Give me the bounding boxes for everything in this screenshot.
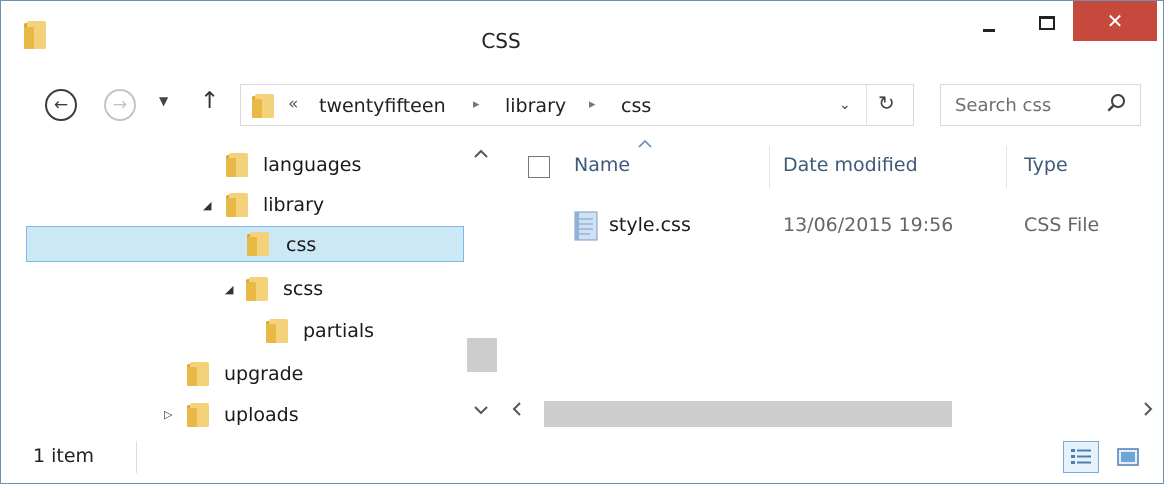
sort-ascending-icon — [638, 139, 652, 151]
column-header-date-modified[interactable]: Date modified — [783, 154, 918, 176]
select-all-checkbox[interactable] — [528, 156, 550, 178]
folder-icon — [186, 360, 212, 388]
breadcrumb-overflow-button[interactable]: « — [288, 94, 298, 114]
tree-item-partials[interactable]: partials — [265, 313, 374, 349]
divider — [136, 441, 137, 473]
window-title: CSS — [481, 29, 521, 53]
forward-arrow-icon: → — [112, 95, 128, 115]
folder-icon — [186, 401, 212, 429]
tree-item-css[interactable]: css — [26, 226, 464, 262]
tree-item-label: library — [263, 194, 325, 216]
column-header-name[interactable]: Name — [574, 154, 630, 176]
file-type: CSS File — [1024, 214, 1100, 236]
scroll-down-icon[interactable] — [473, 404, 489, 419]
navigation-pane: languages ◢ library css ◢ scss partials … — [1, 138, 467, 433]
close-icon: ✕ — [1106, 9, 1124, 33]
address-dropdown-icon[interactable]: ⌄ — [839, 97, 851, 113]
expanded-arrow-icon[interactable]: ◢ — [203, 199, 211, 212]
maximize-icon — [1039, 16, 1055, 30]
back-button[interactable]: ← — [45, 89, 77, 121]
column-header-type[interactable]: Type — [1024, 154, 1068, 176]
up-arrow-icon: ↑ — [200, 88, 220, 114]
file-list-horizontal-scrollbar[interactable] — [498, 395, 1163, 433]
breadcrumb-library[interactable]: library — [505, 95, 566, 117]
folder-icon — [251, 92, 277, 124]
folder-icon — [265, 317, 291, 345]
breadcrumb-css[interactable]: css — [621, 95, 651, 117]
collapsed-arrow-icon[interactable]: ▷ — [164, 408, 172, 421]
scroll-right-icon[interactable] — [1143, 401, 1153, 422]
folder-icon — [225, 191, 251, 219]
back-arrow-icon: ← — [53, 95, 69, 115]
details-view-icon — [1070, 448, 1092, 466]
minimize-icon — [983, 28, 995, 32]
forward-button[interactable]: → — [104, 89, 136, 121]
navigation-pane-scrollbar[interactable] — [467, 138, 497, 433]
search-box[interactable] — [940, 84, 1141, 126]
file-name: style.css — [609, 214, 691, 236]
tree-item-scss[interactable]: ◢ scss — [225, 271, 324, 307]
column-header-row: Name Date modified Type — [498, 138, 1163, 198]
divider — [866, 85, 867, 125]
folder-icon — [245, 275, 271, 303]
refresh-icon[interactable]: ↻ — [878, 91, 895, 115]
tree-item-label: partials — [303, 320, 375, 342]
content-area: languages ◢ library css ◢ scss partials … — [1, 138, 1163, 433]
breadcrumb-twentyfifteen[interactable]: twentyfifteen — [319, 95, 446, 117]
scrollbar-thumb[interactable] — [544, 401, 952, 427]
column-divider[interactable] — [769, 146, 770, 188]
item-count: 1 item — [33, 445, 95, 467]
chevron-down-icon: ▼ — [159, 94, 169, 108]
details-view-button[interactable] — [1063, 441, 1099, 473]
search-icon[interactable] — [1107, 93, 1127, 118]
breadcrumb-separator-icon[interactable]: ▸ — [473, 97, 480, 112]
css-file-icon — [572, 210, 600, 246]
column-divider[interactable] — [1006, 146, 1007, 188]
file-list: Name Date modified Type style.css 13/06/… — [498, 138, 1163, 433]
tree-item-uploads[interactable]: ▷ uploads — [164, 397, 299, 433]
address-bar[interactable]: « twentyfifteen ▸ library ▸ css ⌄ ↻ — [240, 84, 914, 126]
scroll-up-icon[interactable] — [473, 148, 489, 163]
breadcrumb-separator-icon[interactable]: ▸ — [589, 97, 596, 112]
scrollbar-thumb[interactable] — [467, 338, 497, 372]
up-button[interactable]: ↑ — [200, 88, 219, 114]
explorer-window: CSS ✕ ← → ▼ ↑ « twentyfifteen ▸ library … — [0, 0, 1164, 484]
tree-item-upgrade[interactable]: upgrade — [186, 356, 303, 392]
title-bar[interactable]: CSS ✕ — [1, 1, 1163, 73]
expanded-arrow-icon[interactable]: ◢ — [225, 283, 233, 296]
scroll-left-icon[interactable] — [512, 401, 522, 422]
tree-item-label: languages — [263, 154, 362, 176]
close-button[interactable]: ✕ — [1073, 1, 1157, 41]
tree-item-label: upgrade — [224, 363, 304, 385]
large-icons-view-button[interactable] — [1110, 441, 1146, 473]
recent-locations-button[interactable]: ▼ — [159, 94, 168, 108]
file-row[interactable]: style.css 13/06/2015 19:56 CSS File — [498, 206, 1163, 244]
search-input[interactable] — [955, 93, 1095, 117]
maximize-button[interactable] — [1024, 1, 1070, 45]
tree-item-label: css — [286, 234, 317, 256]
tree-item-label: scss — [283, 278, 324, 300]
minimize-button[interactable] — [966, 1, 1012, 45]
large-icons-view-icon — [1117, 448, 1139, 466]
folder-icon — [225, 151, 251, 179]
folder-icon — [246, 230, 272, 258]
tree-item-languages[interactable]: languages — [225, 147, 361, 183]
navigation-bar: ← → ▼ ↑ « twentyfifteen ▸ library ▸ css … — [1, 80, 1163, 128]
status-bar: 1 item — [1, 433, 1163, 483]
file-date-modified: 13/06/2015 19:56 — [783, 214, 954, 236]
tree-item-label: uploads — [224, 404, 299, 426]
tree-item-library[interactable]: ◢ library — [203, 187, 325, 223]
